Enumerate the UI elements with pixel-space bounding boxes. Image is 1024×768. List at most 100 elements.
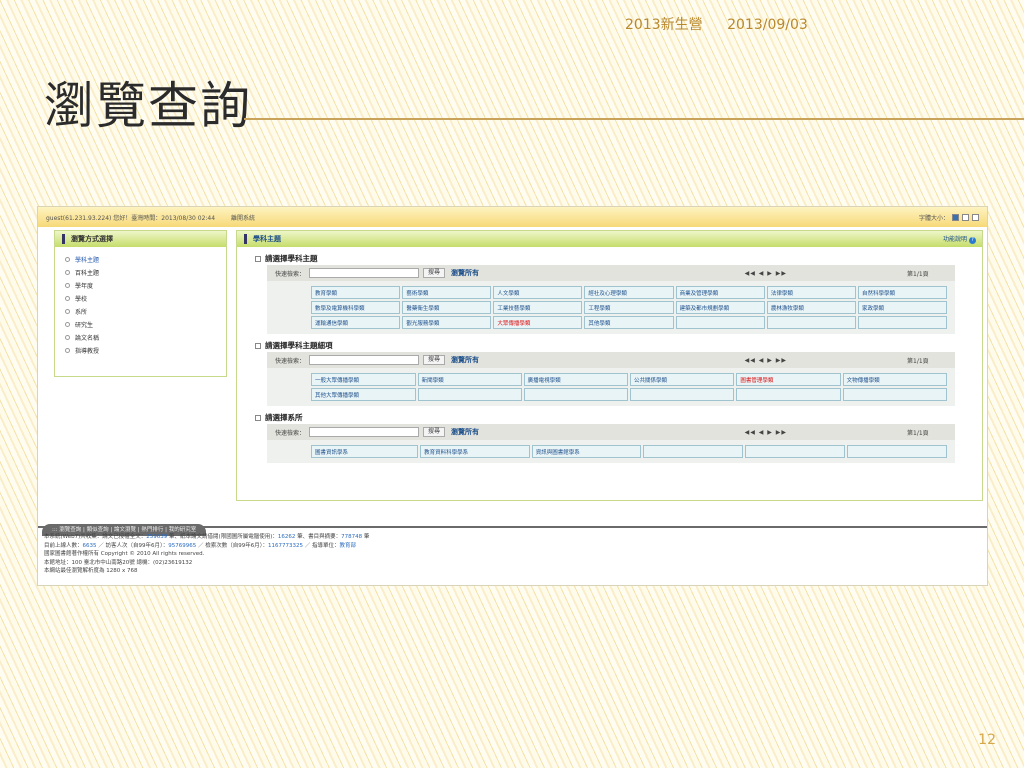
copyright-line: 國家圖書館著作權所有 Copyright © 2010 All rights r… — [44, 551, 205, 557]
bullet-icon — [65, 296, 70, 301]
quick-search-input[interactable] — [309, 427, 420, 437]
browse-mode-item[interactable]: 系所 — [65, 305, 216, 318]
browse-mode-item[interactable]: 研究生 — [65, 318, 216, 331]
subject-panel-title: 學科主題 — [253, 235, 281, 243]
table-row: 教育學類 藝術學類 人文學類 經社及心理學類 商業及管理學類 法律學類 自然科學… — [311, 286, 947, 299]
top-bar: guest(61.231.93.224) 您好！臺灣時間：2013/08/30 … — [38, 207, 987, 227]
browse-mode-item[interactable]: 學年度 — [65, 279, 216, 292]
browse-mode-item[interactable]: 學科主題 — [65, 253, 216, 266]
slide-header: 2013新生營 2013/09/03 — [625, 14, 828, 34]
embedded-screenshot: guest(61.231.93.224) 您好！臺灣時間：2013/08/30 … — [37, 206, 988, 586]
department-cell[interactable]: 圖書資訊學系 — [311, 445, 419, 458]
page-info: 第1/1頁 — [907, 270, 929, 278]
pager-controls[interactable]: ◀◀ ◀ ▶ ▶▶ — [745, 270, 787, 277]
detail-cell-selected[interactable]: 圖書管理學類 — [736, 373, 841, 386]
detail-cell[interactable]: 公共關係學類 — [629, 373, 735, 386]
subject-cell[interactable]: 數學及電算機科學類 — [311, 301, 401, 314]
browse-all-link[interactable]: 瀏覽所有 — [451, 268, 479, 278]
quick-search-label: 快速檢索： — [275, 429, 306, 437]
detail-cell[interactable]: 廣播電視學類 — [523, 373, 628, 386]
section-icon — [255, 255, 261, 262]
quick-search-input[interactable] — [309, 355, 420, 365]
subject-cell[interactable]: 建築及都市規劃學類 — [675, 301, 765, 314]
subject-cell — [675, 316, 765, 329]
font-size-medium-button[interactable] — [962, 213, 969, 221]
bullet-icon — [65, 322, 70, 327]
browse-all-link[interactable]: 瀏覽所有 — [451, 355, 479, 365]
section-title: 請選擇系所 — [255, 412, 955, 423]
font-size-small-button[interactable] — [952, 213, 959, 221]
subject-cell[interactable]: 自然科學學類 — [857, 286, 947, 299]
subject-detail-table: 一般大眾傳播學類 新聞學類 廣播電視學類 公共關係學類 圖書管理學類 文物傳播學… — [309, 371, 949, 403]
department-cell[interactable]: 教育資料科學學系 — [420, 445, 530, 458]
bullet-icon — [65, 270, 70, 275]
department-table: 圖書資訊學系 教育資料科學學系 資訊與圖書館學系 — [309, 443, 949, 460]
browse-mode-title: 瀏覽方式選擇 — [55, 231, 226, 247]
section-title: 請選擇學科主題細項 — [255, 340, 955, 351]
browse-mode-item[interactable]: 百科主題 — [65, 266, 216, 279]
title-rule — [244, 118, 1024, 120]
pager-controls[interactable]: ◀◀ ◀ ▶ ▶▶ — [745, 429, 787, 436]
subject-cell[interactable]: 醫藥衛生學類 — [402, 301, 492, 314]
detail-cell[interactable]: 文物傳播學類 — [842, 373, 947, 386]
pager-controls[interactable]: ◀◀ ◀ ▶ ▶▶ — [745, 357, 787, 364]
paper-count[interactable]: 16262 — [278, 534, 296, 540]
detail-cell — [629, 388, 735, 401]
subject-cell[interactable]: 商業及管理學類 — [675, 286, 765, 299]
detail-cell[interactable]: 新聞學類 — [417, 373, 522, 386]
department-cell — [643, 445, 744, 458]
detail-cell[interactable]: 其他大眾傳播學類 — [311, 388, 416, 401]
subject-cell[interactable]: 人文學類 — [493, 286, 583, 299]
browse-all-link[interactable]: 瀏覽所有 — [451, 427, 479, 437]
browse-mode-panel: 瀏覽方式選擇 學科主題 百科主題 學年度 學校 系所 研究生 論文名稱 指導教授 — [54, 230, 227, 377]
department-cell — [847, 445, 947, 458]
slide-number: 12 — [978, 732, 996, 748]
detail-cell — [523, 388, 628, 401]
subject-cell — [857, 316, 947, 329]
search-button[interactable]: 搜尋 — [423, 355, 446, 365]
subject-cell[interactable]: 教育學類 — [311, 286, 401, 299]
address-line: 本館地址：100 臺北市中山南路20號 總機：(02)23619132 — [44, 559, 193, 566]
font-size-label: 字體大小： — [918, 214, 949, 222]
subject-cell[interactable]: 經社及心理學類 — [584, 286, 674, 299]
table-row: 數學及電算機科學類 醫藥衛生學類 工業技藝學類 工程學類 建築及都市規劃學類 農… — [311, 301, 947, 314]
search-button[interactable]: 搜尋 — [423, 427, 446, 437]
subject-cell[interactable]: 法律學類 — [766, 286, 856, 299]
subject-cell[interactable]: 運輸通信學類 — [311, 316, 401, 329]
subject-table: 教育學類 藝術學類 人文學類 經社及心理學類 商業及管理學類 法律學類 自然科學… — [309, 284, 949, 331]
fulltext-count[interactable]: 259639 — [146, 534, 167, 540]
page-info: 第1/1頁 — [907, 429, 929, 437]
table-row: 圖書資訊學系 教育資料科學學系 資訊與圖書館學系 — [311, 445, 947, 458]
department-cell[interactable]: 資訊與圖書館學系 — [531, 445, 642, 458]
browse-mode-item[interactable]: 學校 — [65, 292, 216, 305]
resolution-line: 本網站最佳瀏覽解析度為 1280 x 768 — [44, 568, 138, 574]
help-link[interactable]: 功能說明? — [943, 234, 976, 244]
detail-cell[interactable]: 一般大眾傳播學類 — [311, 373, 416, 386]
subject-cell[interactable]: 工業技藝學類 — [493, 301, 583, 314]
subject-cell[interactable]: 藝術學類 — [402, 286, 492, 299]
subject-cell-selected[interactable]: 大眾傳播學類 — [493, 316, 583, 329]
supervisor-link[interactable]: 教育部 — [340, 543, 357, 549]
subject-cell[interactable]: 家政學類 — [857, 301, 947, 314]
quick-search-bar: 快速檢索： 搜尋 瀏覽所有 ◀◀ ◀ ▶ ▶▶ 第1/1頁 — [267, 424, 955, 440]
browse-mode-item[interactable]: 指導教授 — [65, 344, 216, 357]
page-info: 第1/1頁 — [907, 357, 929, 365]
subject-cell[interactable]: 觀光服務學類 — [402, 316, 492, 329]
bullet-icon — [65, 335, 70, 340]
subject-panel-header: 學科主題 功能說明? — [237, 231, 982, 247]
help-icon: ? — [969, 237, 976, 244]
logout-link[interactable]: 離開系統 — [231, 213, 255, 222]
quick-search-input[interactable] — [309, 268, 420, 278]
table-row: 一般大眾傳播學類 新聞學類 廣播電視學類 公共關係學類 圖書管理學類 文物傳播學… — [311, 373, 947, 386]
abstract-count[interactable]: 778748 — [341, 534, 362, 540]
bullet-icon — [65, 309, 70, 314]
subject-cell[interactable]: 其他學類 — [584, 316, 674, 329]
event-name: 2013新生營 — [625, 17, 703, 33]
font-size-large-button[interactable] — [972, 213, 979, 221]
event-date: 2013/09/03 — [727, 17, 808, 33]
subject-cell[interactable]: 農林漁牧學類 — [766, 301, 856, 314]
browse-mode-item[interactable]: 論文名稱 — [65, 331, 216, 344]
subject-cell[interactable]: 工程學類 — [584, 301, 674, 314]
online-count: 6635 — [82, 542, 97, 549]
search-button[interactable]: 搜尋 — [423, 268, 446, 278]
